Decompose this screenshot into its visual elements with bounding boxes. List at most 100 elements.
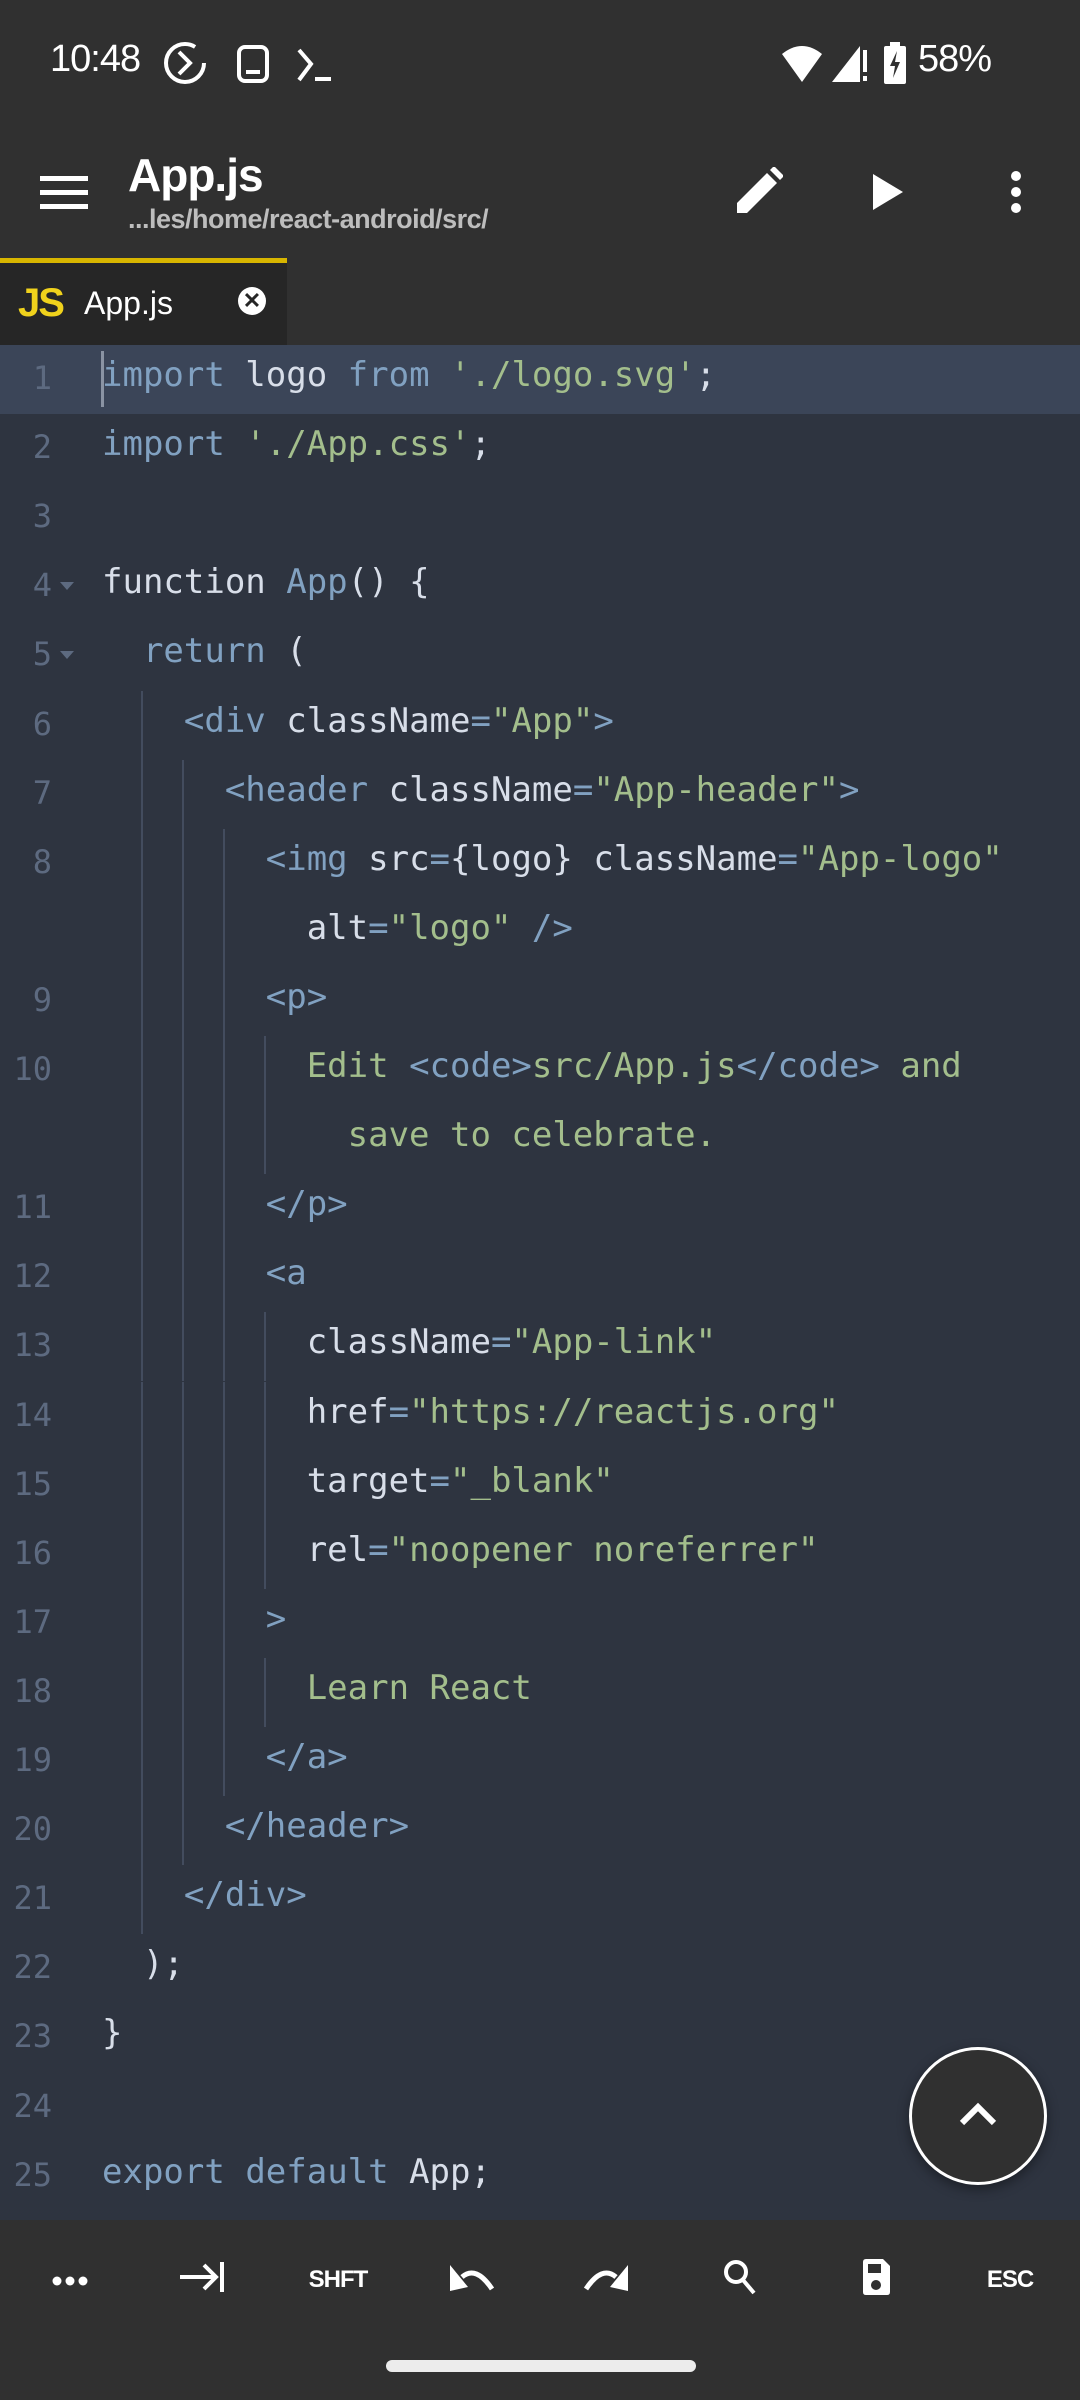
- fold-arrow-icon[interactable]: [60, 651, 74, 660]
- code-line-wrap[interactable]: alt="logo" />: [0, 897, 1080, 967]
- more-options-button[interactable]: [976, 154, 1056, 234]
- shift-key-button[interactable]: SHFT: [288, 2250, 388, 2310]
- code-line[interactable]: 5 return (: [0, 621, 1080, 690]
- text-token: src: [347, 838, 430, 879]
- undo-button[interactable]: [422, 2250, 522, 2310]
- string-token: save to celebrate.: [102, 1115, 717, 1156]
- code-line[interactable]: 8 <img src={logo} className="App-logo": [0, 828, 1080, 898]
- file-path: ...les/home/react-android/src/: [128, 204, 489, 234]
- code-text: </p>: [102, 1184, 348, 1224]
- text-token: {logo} className: [450, 838, 778, 879]
- text-token: ;: [695, 355, 717, 395]
- line-number: 13: [13, 1326, 52, 1365]
- text-token: }: [102, 2013, 123, 2054]
- string-token: "App": [490, 700, 594, 741]
- undo-icon: [448, 2261, 496, 2300]
- string-token: "App-header": [593, 769, 839, 810]
- code-line[interactable]: 6 <div className="App">: [0, 690, 1080, 760]
- keyword-token: <a: [265, 1253, 307, 1294]
- line-number: 24: [13, 2086, 52, 2125]
- line-number: 17: [13, 1602, 52, 1641]
- line-number: 5: [32, 635, 52, 674]
- code-editor[interactable]: 1 import logo from './logo.svg'; 2 import '…: [0, 345, 1080, 2220]
- code-line[interactable]: 25 export default App;: [0, 2142, 1080, 2211]
- code-text: return (: [102, 631, 307, 671]
- code-line[interactable]: 9 <p>: [0, 966, 1080, 1036]
- code-line[interactable]: 23}: [0, 2003, 1080, 2072]
- code-line[interactable]: 17 >: [0, 1588, 1080, 1658]
- keyword-token: App: [286, 562, 348, 603]
- code-text: >: [102, 1599, 286, 1639]
- home-gesture-bar[interactable]: [386, 2360, 696, 2372]
- code-line[interactable]: 4 function App() {: [0, 552, 1080, 621]
- fold-arrow-icon[interactable]: [60, 582, 74, 591]
- keyword-token: <div: [183, 700, 266, 741]
- more-keys-button[interactable]: [20, 2250, 120, 2310]
- code-line[interactable]: 1 import logo from './logo.svg';: [0, 345, 1080, 414]
- keyword-token: export: [102, 2151, 225, 2192]
- save-icon: [861, 2258, 891, 2303]
- run-button[interactable]: [848, 154, 928, 234]
- esc-key-button[interactable]: ESC: [960, 2250, 1060, 2310]
- tab-app-js[interactable]: JS App.js ✕: [0, 258, 287, 345]
- code-line[interactable]: 14 href="https://reactjs.org": [0, 1381, 1080, 1451]
- code-text: save to celebrate.: [102, 1115, 716, 1155]
- code-line-wrap[interactable]: save to celebrate.: [0, 1105, 1080, 1175]
- code-line[interactable]: 13 className="App-link": [0, 1312, 1080, 1382]
- text-token: className: [102, 1322, 491, 1363]
- line-number: 3: [32, 497, 52, 536]
- code-line[interactable]: 3: [0, 483, 1080, 552]
- edit-button[interactable]: [718, 154, 798, 234]
- keyword-token: >: [838, 769, 860, 810]
- code-line[interactable]: 18 Learn React: [0, 1657, 1080, 1727]
- text-token: target: [102, 1460, 430, 1501]
- code-line[interactable]: 15 target="_blank": [0, 1450, 1080, 1520]
- code-text: <a: [102, 1253, 307, 1293]
- string-token: "_blank": [450, 1460, 614, 1501]
- line-number: 9: [32, 980, 52, 1019]
- cell-signal-alert-icon: [830, 44, 870, 89]
- more-vert-icon: [1009, 170, 1023, 219]
- run-icon: [871, 172, 905, 217]
- text-token: () {: [347, 562, 430, 603]
- scroll-top-button[interactable]: [909, 2047, 1047, 2185]
- search-button[interactable]: [690, 2250, 790, 2310]
- code-line[interactable]: 19 </a>: [0, 1727, 1080, 1796]
- line-number: 22: [13, 1948, 52, 1987]
- tab-key-button[interactable]: [153, 2250, 253, 2310]
- close-tab-icon[interactable]: ✕: [238, 287, 266, 315]
- redo-button[interactable]: [556, 2250, 656, 2310]
- line-number: 16: [13, 1533, 52, 1572]
- code-line[interactable]: 20 </header>: [0, 1796, 1080, 1866]
- code-text: className="App-link": [102, 1322, 716, 1362]
- status-time: 10:48: [50, 38, 141, 80]
- save-button[interactable]: [826, 2250, 926, 2310]
- code-line[interactable]: 12 <a: [0, 1243, 1080, 1313]
- code-line[interactable]: 10 Edit <code>src/App.js</code> and: [0, 1036, 1080, 1105]
- keyword-token: </p>: [265, 1184, 348, 1225]
- menu-button[interactable]: [24, 154, 104, 234]
- code-line[interactable]: 22 );: [0, 1934, 1080, 2003]
- code-line[interactable]: 2 import './App.css';: [0, 414, 1080, 483]
- code-line[interactable]: 7 <header className="App-header">: [0, 759, 1080, 829]
- code-line[interactable]: 21 </div>: [0, 1865, 1080, 1935]
- code-text: <header className="App-header">: [102, 769, 860, 810]
- app-bar: App.js ...les/home/react-android/src/: [0, 130, 1080, 258]
- string-token: "logo": [388, 907, 512, 948]
- line-number: 21: [13, 1879, 52, 1918]
- tablet-icon: [236, 44, 270, 89]
- text-token: className: [265, 700, 471, 741]
- line-number: 10: [13, 1050, 52, 1088]
- shift-key-label: SHFT: [308, 2266, 369, 2293]
- line-number: 25: [13, 2155, 52, 2194]
- terminal-icon: [295, 46, 339, 89]
- code-line[interactable]: 16 rel="noopener noreferrer": [0, 1519, 1080, 1589]
- code-line[interactable]: 11 </p>: [0, 1174, 1080, 1244]
